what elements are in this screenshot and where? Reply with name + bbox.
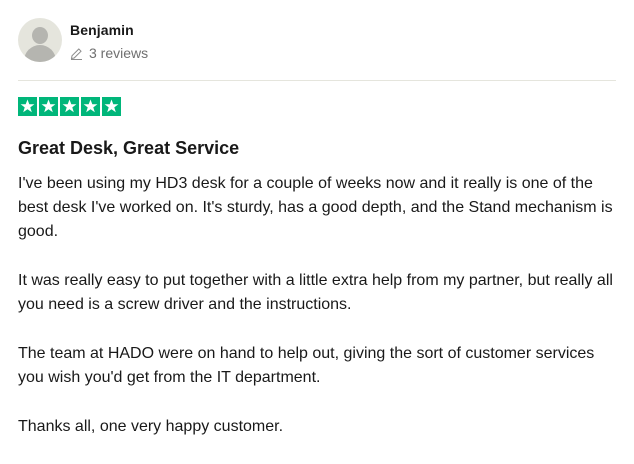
star-icon (18, 97, 37, 116)
star-icon (39, 97, 58, 116)
review-paragraph: The team at HADO were on hand to help ou… (18, 345, 595, 386)
star-rating (18, 97, 123, 116)
reviewer-name[interactable]: Benjamin (70, 22, 134, 38)
review-paragraph: It was really easy to put together with … (18, 272, 613, 313)
avatar-head-shape (32, 27, 48, 44)
review-body: I've been using my HD3 desk for a couple… (18, 172, 618, 464)
reviewer-header: Benjamin 3 reviews (18, 17, 616, 81)
star-icon (60, 97, 79, 116)
avatar-body-shape (24, 45, 56, 62)
review-count-label: 3 reviews (89, 45, 149, 61)
star-icon (102, 97, 121, 116)
reviewer-review-count: 3 reviews (70, 45, 148, 61)
pencil-icon (70, 47, 82, 60)
review-paragraph: Thanks all, one very happy customer. (18, 418, 284, 435)
review-title: Great Desk, Great Service (18, 138, 240, 158)
avatar[interactable] (18, 18, 62, 62)
star-icon (81, 97, 100, 116)
review-paragraph: I've been using my HD3 desk for a couple… (18, 175, 613, 240)
